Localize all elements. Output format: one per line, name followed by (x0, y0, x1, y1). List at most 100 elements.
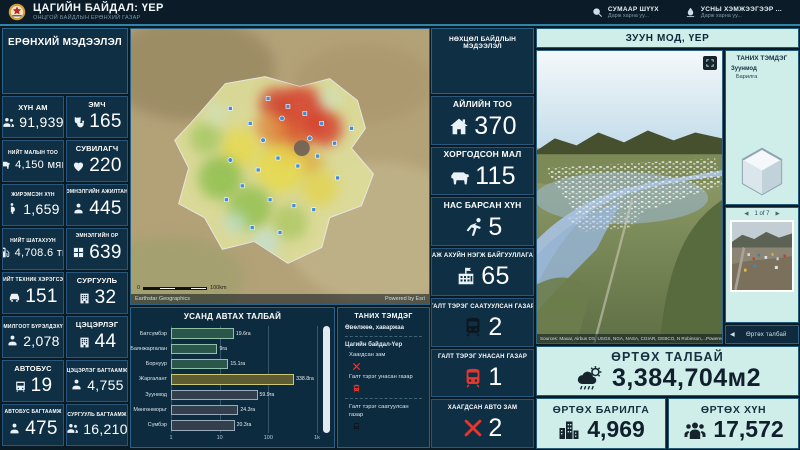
stat-card: СУРГУУЛЬ БАГТААМЖ 16,210 (66, 404, 128, 446)
bar[interactable] (171, 404, 239, 416)
stat-value: 4,150 мян (15, 158, 64, 171)
bar[interactable] (171, 389, 258, 400)
chart-scrollbar[interactable] (323, 326, 330, 433)
header-titles: ЦАГИЙН БАЙДАЛ: ҮЕР ОНЦГОЙ БАЙДЛЫН ЕРӨНХИ… (33, 3, 164, 21)
situation-map[interactable]: 0 100km Earthstar Geographics Powered by… (130, 28, 430, 305)
terrain-3d (537, 51, 722, 343)
xmark-icon (352, 362, 361, 371)
bar-row: Зуунмод 59.9га (145, 387, 317, 402)
group-prev-button[interactable]: ◀ (730, 331, 735, 338)
stat-card: АЖ АХУЙН НЭГЖ БАЙГУУЛЛАГА 65 (431, 247, 534, 297)
stat-card: ЭМНЭЛГИЙН ОР 639 (66, 228, 128, 270)
bar-row: Батсүмбэр 19.6га (140, 326, 317, 341)
stat-card: ЭМНЭЛГИЙН АЖИЛТАН 445 (66, 184, 128, 226)
chart-title: УСАНД АВТАХ ТАЛБАЙ (183, 312, 282, 321)
scene-sources: Sources: Maxar, Airbus DS, USGS, NGA, NA… (540, 336, 706, 341)
stat-card: ЭМЧ 165 (66, 96, 128, 138)
bar-row: Мөнгөнморьт 24.3га (133, 402, 317, 417)
stat-card: СУВИЛАГЧ 220 (66, 140, 128, 182)
general-info-cards: ХҮН АМ 91,939 ЭМЧ 165 НИЙТ МАЛЫН ТОО 4,150 мя… (2, 96, 128, 448)
map-scale-bar: 0 100km (137, 285, 227, 291)
stat-value: 19 (30, 375, 53, 397)
stat-label: СУРГУУЛЬ (76, 275, 118, 285)
filter-hint: Дарж харна уу... (700, 12, 742, 19)
x-axis-tick: 1k (314, 435, 320, 441)
xmark-icon (462, 417, 484, 439)
x-axis-tick: 10 (216, 435, 223, 441)
gridline (317, 326, 318, 433)
filter-by-water-level-selector[interactable]: УСНЫ ХЭМЖЭЭГЭЭР ... Дарж харна уу... (685, 6, 782, 19)
person-icon (6, 334, 19, 347)
stat-label: ХААГДСАН АВТО ЗАМ (447, 404, 518, 411)
filter-by-sum-selector[interactable]: СУМААР ШҮҮХ Дарж харна уу... (592, 6, 659, 19)
stat-label: НАС БАРСАН ХҮН (443, 200, 522, 211)
stat-label: НИЙТ ШАТАХУУН (10, 237, 56, 244)
agency-emblem-icon (8, 3, 26, 21)
train-icon (462, 316, 484, 338)
carousel-position: 1 of 7 (754, 211, 770, 217)
person-icon (70, 378, 83, 391)
falling-icon (462, 216, 484, 238)
legend-divider (345, 398, 422, 400)
building-cube-icon (731, 99, 793, 204)
people-group-icon (683, 418, 707, 442)
stat-card: ХОРГОДСОН МАЛ 115 (431, 146, 534, 196)
legend-item-label: Галт тэрэг саатуулсан газар (349, 404, 409, 418)
search-icon (592, 7, 603, 18)
scene-3d-view[interactable]: Sources: Maxar, Airbus DS, USGS, NGA, NA… (536, 50, 723, 344)
legend-item-label: Галт тэрэг унасан газар (349, 374, 413, 381)
stat-card: НИЙТ ТЕХНИК ХЭРЭГСЭЛ 151 (2, 272, 64, 314)
stat-card: СУРГУУЛЬ 32 (66, 272, 128, 314)
stat-card: АЙЛИЙН ТОО 370 (431, 96, 534, 145)
scene-attribution: Sources: Maxar, Airbus DS, USGS, NGA, NA… (537, 334, 722, 343)
bar[interactable] (171, 374, 295, 385)
carousel-next-button[interactable]: ▶ (776, 211, 780, 217)
chart-plot-area: 1 10 100 1k Батсүмбэр 19.6га Баянжаргалан 9га Бо… (130, 326, 320, 441)
map-attribution: Earthstar Geographics Powered by Esri (131, 294, 429, 304)
bar-value-label: 20.3га (236, 422, 252, 429)
legend-item: Галт тэрэг унасан газар (349, 374, 422, 393)
stat-value: 220 (89, 155, 122, 177)
satellite-basemap (131, 29, 429, 304)
impact-people-label: ӨРТӨХ ХҮН (700, 404, 767, 416)
map-legend-panel: ТАНИХ ТЭМДЭГ Өвөлжөө, хаваржаа Цагийн бай… (337, 307, 430, 448)
scene-expand-button[interactable] (703, 56, 717, 70)
stat-card: ГАЛТ ТЭРЭГ УНАСАН ГАЗАР 1 (431, 348, 534, 398)
bar-value-label: 338.8га (296, 376, 314, 383)
stat-value: 151 (25, 285, 58, 307)
category-label: Сүмбэр (147, 422, 167, 429)
bar[interactable] (171, 328, 234, 339)
carousel-prev-button[interactable]: ◀ (744, 211, 748, 217)
person-icon (8, 422, 21, 435)
stat-label: ХҮН АМ (18, 102, 48, 112)
stat-value: 445 (89, 197, 122, 219)
raincloud-icon (574, 365, 606, 391)
stat-value: 65 (481, 261, 510, 290)
stat-value: 32 (94, 287, 117, 309)
stat-card: ГАЛТ ТЭРЭГ СААТУУЛСАН ГАЗАР 2 (431, 298, 534, 347)
people-icon (3, 116, 15, 129)
condition-info-cards: АЙЛИЙН ТОО 370 ХОРГОДСОН МАЛ 115 НАС БАРСАН … (431, 96, 534, 449)
bar[interactable] (171, 359, 229, 370)
legend-items: Өвөлжөө, хаваржаа Цагийн байдал-Үер Хаагдс… (345, 325, 422, 431)
scene-legend-panel: ТАНИХ ТЭМДЭГ Зуунмод Барилга Үер Маш баг… (725, 50, 799, 205)
stat-value: 1,659 (23, 200, 60, 217)
train-icon (462, 367, 484, 389)
bedgrid-icon (72, 246, 85, 259)
stat-value: 165 (89, 111, 122, 133)
legend-layer-zuunmod: Зуунмод (731, 66, 757, 72)
legend-title: ТАНИХ ТЭМДЭГ (354, 313, 413, 320)
stat-label: НИЙТ МАЛЫН ТОО (8, 149, 58, 156)
condition-info-header: НӨХЦӨЛ БАЙДЛЫН МЭДЭЭЛЭЛ (431, 28, 534, 94)
legend-title: ТАНИХ ТЭМДЭГ (736, 55, 788, 62)
stat-value: 1 (488, 363, 503, 392)
stethoscope-icon (72, 116, 85, 129)
stat-value: 2,078 (23, 332, 60, 349)
stat-value: 16,210 (83, 420, 128, 437)
bar[interactable] (171, 343, 218, 355)
bar[interactable] (171, 420, 235, 431)
stat-label: ЖИРЭМСЭН ХҮН (11, 192, 55, 199)
flood-photo[interactable] (730, 220, 794, 292)
stat-card: ХҮН АМ 91,939 (2, 96, 64, 138)
train-icon (352, 384, 361, 393)
